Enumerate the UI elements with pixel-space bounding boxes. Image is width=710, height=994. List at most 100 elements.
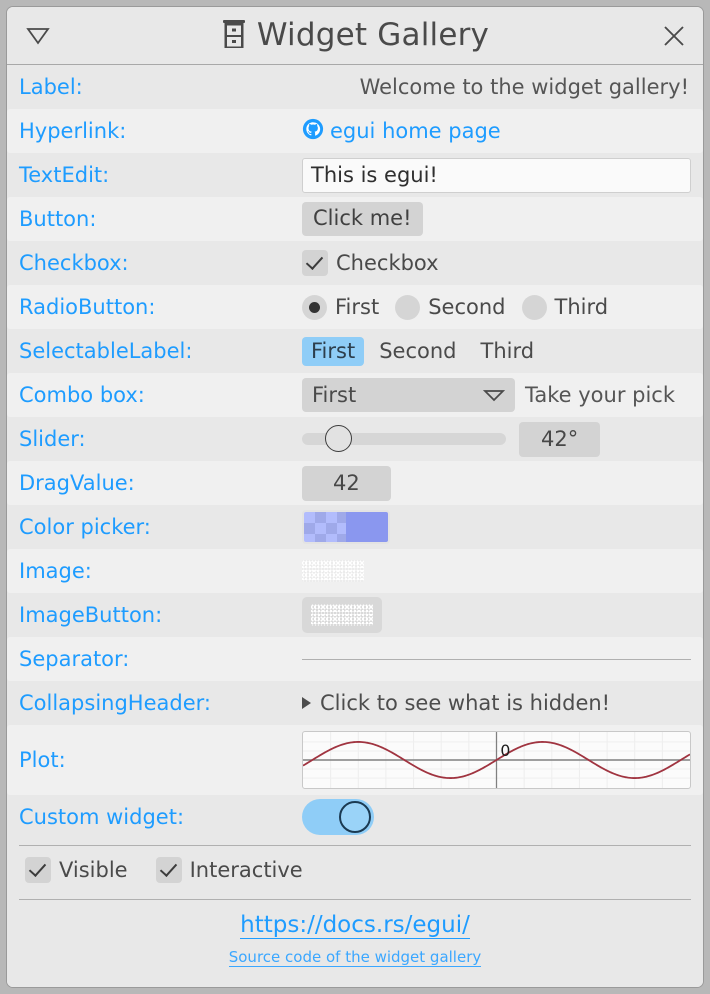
row-plot: Plot: 0 [7, 725, 703, 795]
row-plot-name: Plot: [19, 748, 66, 772]
row-label: Label: Welcome to the widget gallery! [7, 65, 703, 109]
row-separator-value [302, 658, 691, 660]
radio-circle-icon [521, 294, 547, 320]
row-checkbox-name: Checkbox: [19, 251, 129, 275]
interactive-checkbox-label: Interactive [189, 858, 303, 882]
sine-plot[interactable]: 0 [302, 731, 691, 789]
row-checkbox-value: Checkbox [302, 250, 691, 276]
color-picker-swatch[interactable] [302, 510, 390, 544]
radio-dot-icon [302, 294, 327, 320]
row-combobox-name: Combo box: [19, 383, 145, 407]
slider-control[interactable] [302, 422, 506, 456]
color-alpha-checker [304, 512, 346, 542]
chevron-down-glyph [482, 390, 506, 402]
collapsing-header-text: Click to see what is hidden! [320, 691, 611, 715]
visible-checkbox[interactable]: Visible [25, 857, 128, 883]
triangle-right-icon [302, 697, 311, 709]
row-colorpicker-name: Color picker: [19, 515, 151, 539]
docs-rs-link[interactable]: https://docs.rs/egui/ [240, 912, 470, 940]
widget-grid: Label: Welcome to the widget gallery! Hy… [7, 65, 703, 987]
source-code-link[interactable]: Source code of the widget gallery [228, 948, 482, 968]
color-solid-swatch [346, 512, 388, 542]
row-textedit: TextEdit: This is egui! [7, 153, 703, 197]
sine-plot-svg: 0 [303, 732, 690, 788]
interactive-checkbox[interactable]: Interactive [155, 857, 303, 883]
close-glyph [664, 26, 684, 46]
triangle-down-icon[interactable] [21, 20, 55, 50]
page-title: Widget Gallery [256, 17, 490, 53]
row-customwidget-name: Custom widget: [19, 805, 185, 829]
row-customwidget: Custom widget: [7, 795, 703, 839]
row-checkbox: Checkbox: Checkbox [7, 241, 703, 285]
text-input[interactable]: This is egui! [302, 157, 691, 193]
visible-checkbox-label: Visible [59, 858, 128, 882]
row-dragvalue-name: DragValue: [19, 471, 135, 495]
custom-toggle-switch[interactable] [302, 799, 374, 835]
text-input-value: This is egui! [311, 163, 438, 187]
image-button[interactable] [302, 597, 382, 633]
toggle-knob [339, 801, 371, 833]
slider-handle[interactable] [325, 425, 352, 452]
footer-checkbox-row: Visible Interactive [7, 846, 703, 893]
selectable-label-first[interactable]: First [302, 336, 365, 366]
svg-text:0: 0 [500, 741, 510, 760]
row-imagebutton-value [302, 597, 691, 633]
row-imagebutton: ImageButton: [7, 593, 703, 637]
row-dragvalue-value: 42 [302, 465, 691, 501]
row-selectablelabel-name: SelectableLabel: [19, 339, 193, 363]
close-icon[interactable] [659, 21, 689, 51]
row-selectablelabel-value: First Second Third [302, 336, 691, 366]
row-separator-name: Separator: [19, 647, 130, 671]
row-hyperlink: Hyperlink: egui home page [7, 109, 703, 153]
radio-label-second: Second [428, 295, 506, 319]
row-label-value: Welcome to the widget gallery! [302, 75, 691, 99]
row-image-name: Image: [19, 559, 92, 583]
radio-group: First Second Third [302, 294, 608, 320]
row-slider-value: 42° [302, 421, 691, 457]
file-cabinet-icon [221, 18, 247, 54]
github-glyph [302, 118, 324, 139]
selectable-label-second[interactable]: Second [370, 337, 465, 366]
row-button-name: Button: [19, 207, 97, 231]
row-textedit-value: This is egui! [302, 157, 691, 193]
checkbox-control[interactable]: Checkbox [302, 250, 439, 276]
label-text: Welcome to the widget gallery! [359, 75, 689, 99]
click-me-button[interactable]: Click me! [302, 202, 423, 236]
file-cabinet-glyph [222, 19, 245, 48]
selectable-label-group: First Second Third [302, 336, 544, 366]
row-combobox-value: First Take your pick [302, 378, 691, 412]
row-image-value [302, 560, 691, 582]
row-slider-name: Slider: [19, 427, 86, 451]
row-image: Image: [7, 549, 703, 593]
chevron-down-icon [482, 383, 506, 407]
collapsing-header-toggle[interactable]: Click to see what is hidden! [302, 691, 610, 715]
egui-home-page-link[interactable]: egui home page [302, 118, 501, 145]
radio-option-second[interactable]: Second [395, 294, 506, 320]
row-imagebutton-name: ImageButton: [19, 603, 163, 627]
checkmark-icon [25, 857, 51, 883]
collapse-triangle-glyph [26, 28, 50, 45]
radio-option-first[interactable]: First [302, 294, 380, 320]
drag-value-field[interactable]: 42 [302, 465, 391, 501]
row-slider: Slider: 42° [7, 417, 703, 461]
row-radiobutton-name: RadioButton: [19, 295, 156, 319]
checkmark-icon [302, 250, 328, 276]
radio-label-first: First [335, 295, 380, 319]
window-title-group: Widget Gallery [7, 18, 703, 54]
row-button: Button: Click me! [7, 197, 703, 241]
row-separator: Separator: [7, 637, 703, 681]
selectable-label-third[interactable]: Third [472, 337, 544, 366]
footer-links: https://docs.rs/egui/ Source code of the… [7, 900, 703, 968]
slider-value-field[interactable]: 42° [519, 421, 601, 457]
combo-box[interactable]: First [302, 378, 515, 412]
radio-circle-icon [395, 294, 421, 320]
row-collapsingheader-name: CollapsingHeader: [19, 691, 211, 715]
row-radiobutton-value: First Second Third [302, 294, 691, 320]
radio-option-third[interactable]: Third [521, 294, 608, 320]
row-selectablelabel: SelectableLabel: First Second Third [7, 329, 703, 373]
row-textedit-name: TextEdit: [19, 163, 110, 187]
checkmark-icon [155, 857, 182, 883]
window-titlebar: Widget Gallery [7, 7, 703, 65]
row-combobox: Combo box: First Take your pick [7, 373, 703, 417]
row-colorpicker-value [302, 510, 691, 544]
